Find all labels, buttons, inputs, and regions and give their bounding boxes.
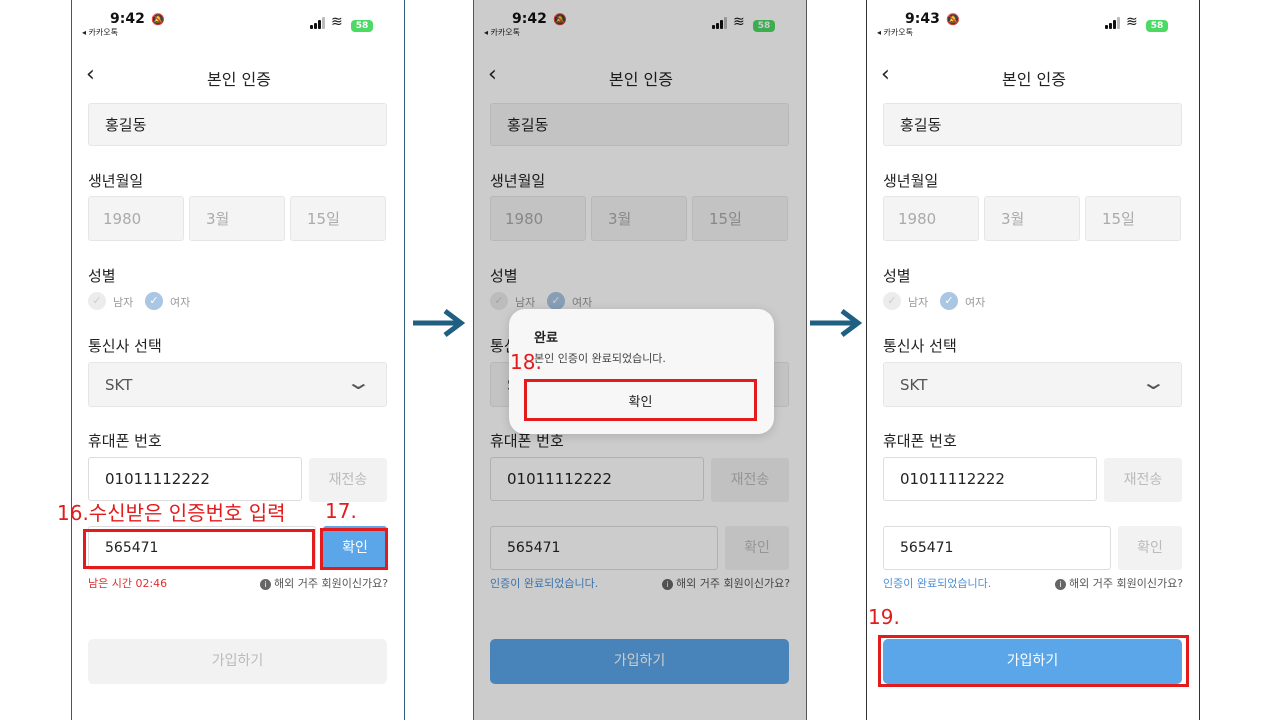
annotation-step-19: 19. bbox=[868, 605, 900, 629]
completion-dialog: 완료 본인 인증이 완료되었습니다. 확인 bbox=[509, 309, 774, 434]
birth-month-field[interactable]: 3월 bbox=[189, 196, 285, 241]
silent-bell-icon: 🔕 bbox=[151, 13, 165, 26]
signal-icon bbox=[310, 17, 326, 29]
status-time: 9:43 bbox=[905, 11, 940, 27]
gender-female-label[interactable]: 여자 bbox=[965, 294, 985, 310]
overseas-link[interactable]: i 해외 거주 회원이신가요? bbox=[260, 575, 388, 591]
phone-number-label: 휴대폰 번호 bbox=[88, 432, 162, 450]
carrier-select[interactable]: SKT bbox=[883, 362, 1182, 407]
resend-button[interactable]: 재전송 bbox=[1104, 458, 1182, 502]
carrier-select[interactable]: SKT bbox=[88, 362, 387, 407]
dialog-title: 완료 bbox=[534, 331, 558, 346]
verified-status-text: 인증이 완료되었습니다. bbox=[883, 577, 992, 590]
resend-button[interactable]: 재전송 bbox=[309, 458, 387, 502]
male-check-icon[interactable]: ✓ bbox=[883, 292, 901, 310]
battery-icon: 58 bbox=[1146, 20, 1168, 32]
signup-button[interactable]: 가입하기 bbox=[883, 639, 1182, 684]
dialog-message: 본인 인증이 완료되었습니다. bbox=[534, 352, 666, 365]
birth-year-field[interactable]: 1980 bbox=[88, 196, 184, 241]
gender-label: 성별 bbox=[883, 267, 911, 285]
phone-screen-step-19: 9:43 🔕 ◂ 카카오톡 ≋ 58 ‹ 본인 인증 홍길동 생년월일 1980… bbox=[866, 0, 1200, 720]
signal-icon bbox=[1105, 17, 1121, 29]
signup-button[interactable]: 가입하기 bbox=[88, 639, 387, 684]
phone-number-field[interactable]: 01011112222 bbox=[883, 457, 1097, 501]
phone-number-field[interactable]: 01011112222 bbox=[88, 457, 302, 501]
verification-code-field[interactable]: 565471 bbox=[883, 526, 1111, 570]
gender-male-label[interactable]: 남자 bbox=[908, 294, 928, 310]
female-check-icon[interactable]: ✓ bbox=[145, 292, 163, 310]
verification-code-field[interactable]: 565471 bbox=[88, 526, 316, 570]
page-title: 본인 인증 bbox=[1002, 70, 1066, 89]
female-check-icon[interactable]: ✓ bbox=[940, 292, 958, 310]
gender-male-label[interactable]: 남자 bbox=[113, 294, 133, 310]
annotation-step-17: 17. bbox=[325, 499, 357, 523]
name-field[interactable]: 홍길동 bbox=[883, 103, 1182, 146]
phone-number-label: 휴대폰 번호 bbox=[883, 432, 957, 450]
verify-button[interactable]: 확인 bbox=[1118, 526, 1182, 570]
birth-label: 생년월일 bbox=[88, 172, 144, 190]
silent-bell-icon: 🔕 bbox=[946, 13, 960, 26]
overseas-text: 해외 거주 회원이신가요? bbox=[1069, 577, 1184, 590]
arrow-right-icon bbox=[810, 309, 863, 337]
carrier-select-label: 통신사 선택 bbox=[88, 337, 162, 355]
gender-female-label[interactable]: 여자 bbox=[170, 294, 190, 310]
remaining-time-text: 남은 시간 02:46 bbox=[88, 577, 168, 590]
annotation-step-16: 16.수신받은 인증번호 입력 bbox=[57, 501, 286, 525]
birth-label: 생년월일 bbox=[883, 172, 939, 190]
battery-icon: 58 bbox=[351, 20, 373, 32]
birth-year-field[interactable]: 1980 bbox=[883, 196, 979, 241]
back-to-app-label[interactable]: ◂ 카카오톡 bbox=[877, 27, 913, 38]
info-icon: i bbox=[260, 579, 271, 590]
arrow-right-icon bbox=[413, 309, 466, 337]
chevron-down-icon: ⌄ bbox=[344, 370, 372, 394]
overseas-text: 해외 거주 회원이신가요? bbox=[274, 577, 389, 590]
chevron-down-icon: ⌄ bbox=[1139, 370, 1167, 394]
male-check-icon[interactable]: ✓ bbox=[88, 292, 106, 310]
carrier-select-label: 통신사 선택 bbox=[883, 337, 957, 355]
overseas-link[interactable]: i 해외 거주 회원이신가요? bbox=[1055, 575, 1183, 591]
back-to-app-label[interactable]: ◂ 카카오톡 bbox=[82, 27, 118, 38]
gender-label: 성별 bbox=[88, 267, 116, 285]
birth-day-field[interactable]: 15일 bbox=[290, 196, 386, 241]
phone-screen-step-16-17: 9:42 🔕 ◂ 카카오톡 ≋ 58 ‹ 본인 인증 홍길동 생년월일 1980… bbox=[71, 0, 405, 720]
wifi-icon: ≋ bbox=[1126, 14, 1138, 30]
birth-day-field[interactable]: 15일 bbox=[1085, 196, 1181, 241]
wifi-icon: ≋ bbox=[331, 14, 343, 30]
name-field[interactable]: 홍길동 bbox=[88, 103, 387, 146]
info-icon: i bbox=[1055, 579, 1066, 590]
annotation-step-18: 18. bbox=[510, 350, 542, 374]
verify-button[interactable]: 확인 bbox=[323, 526, 387, 570]
dialog-confirm-button[interactable]: 확인 bbox=[527, 385, 754, 421]
status-time: 9:42 bbox=[110, 11, 145, 27]
page-title: 본인 인증 bbox=[207, 70, 271, 89]
birth-month-field[interactable]: 3월 bbox=[984, 196, 1080, 241]
